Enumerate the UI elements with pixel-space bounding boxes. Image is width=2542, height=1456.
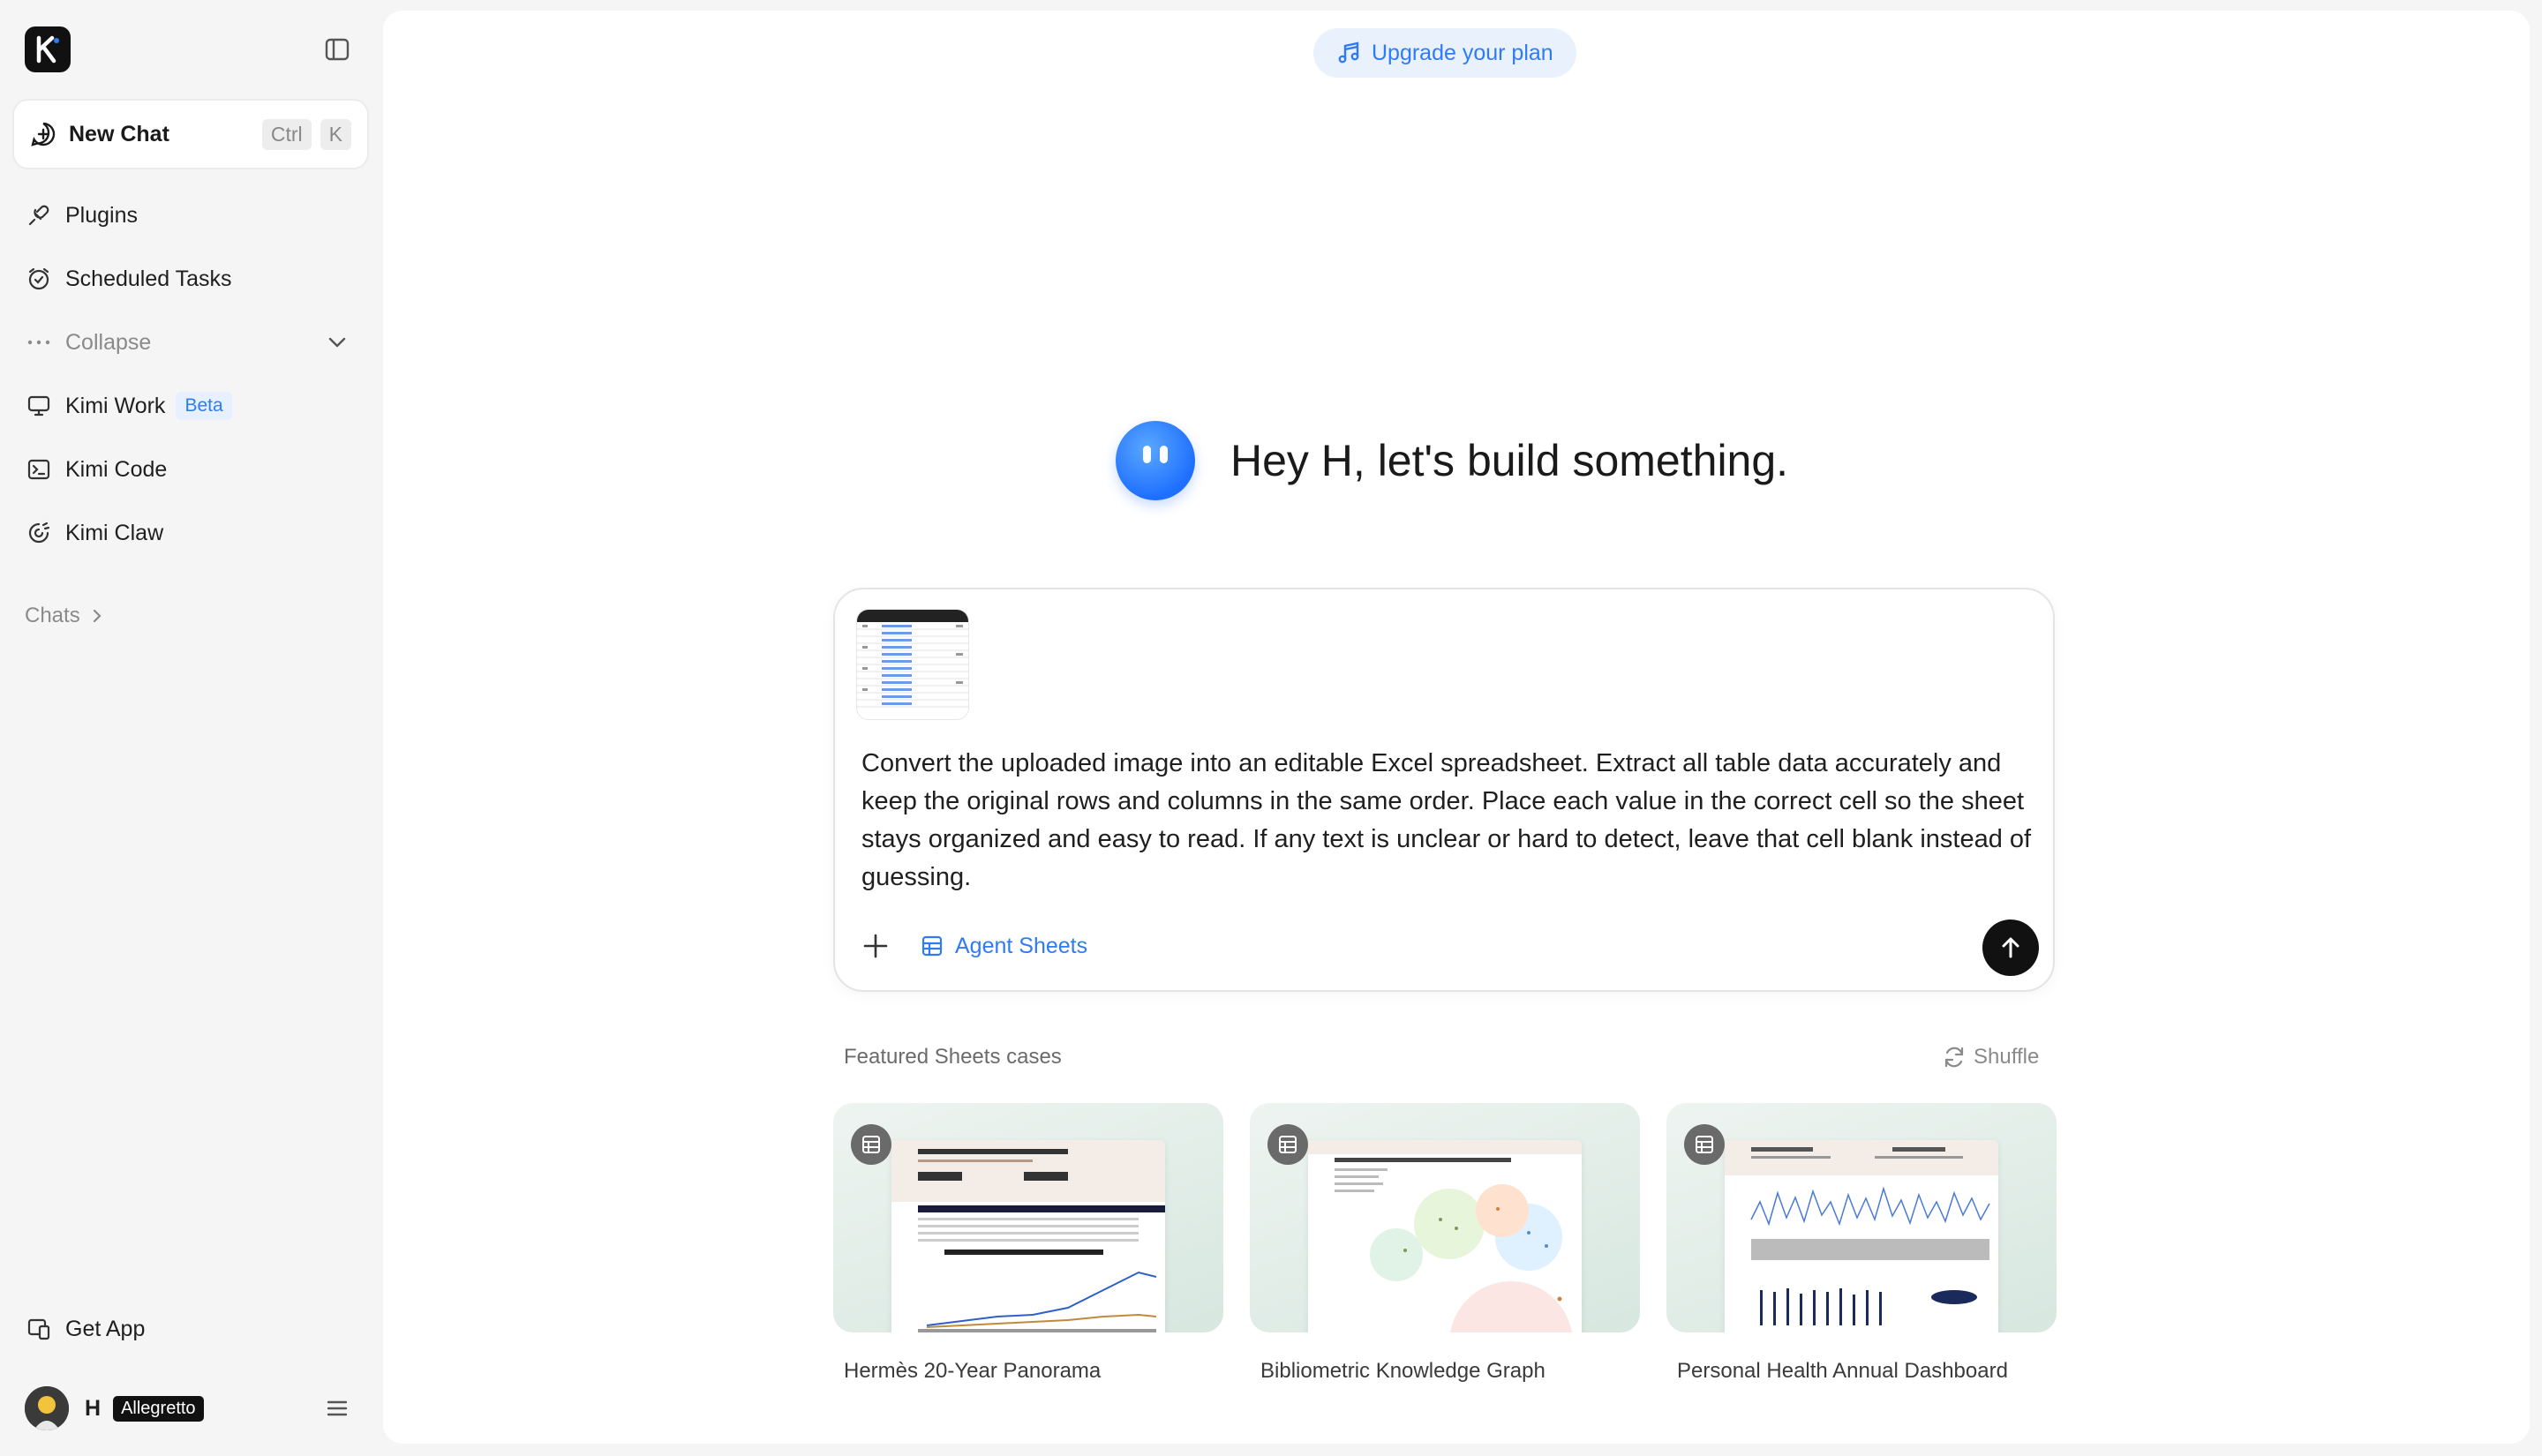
monitor-icon [27, 395, 50, 417]
agent-sheets-tool[interactable]: Agent Sheets [920, 928, 1087, 964]
upgrade-label: Upgrade your plan [1372, 40, 1553, 65]
sheet-type-icon [851, 1124, 891, 1165]
more-dots-icon [27, 340, 50, 345]
shortcut-k: K [320, 118, 351, 150]
kimi-mascot-icon [1116, 421, 1195, 500]
chat-composer: Convert the uploaded image into an edita… [833, 588, 2055, 992]
sidebar-item-label: Kimi Work [65, 393, 166, 418]
shuffle-label: Shuffle [1974, 1045, 2040, 1069]
sidebar-item-label: Kimi Code [65, 456, 168, 482]
claw-icon [28, 522, 50, 544]
card-label[interactable]: Hermès 20-Year Panorama [844, 1359, 1101, 1384]
get-app-label: Get App [65, 1316, 146, 1341]
shortcut-ctrl: Ctrl [261, 118, 312, 150]
new-chat-label: New Chat [69, 121, 169, 146]
kimi-logo-icon [36, 35, 59, 64]
sidebar-item-label: Plugins [65, 202, 138, 228]
agent-sheets-label: Agent Sheets [955, 933, 1088, 958]
beta-badge: Beta [176, 392, 232, 420]
sidebar-item-kimi-code[interactable]: Kimi Code [26, 450, 167, 489]
chats-label: Chats [25, 604, 80, 627]
devices-icon [27, 1318, 50, 1340]
upgrade-plan-button[interactable]: Upgrade your plan [1313, 28, 1576, 78]
sidebar-item-collapse[interactable]: Collapse [26, 323, 151, 362]
main-panel: Upgrade your plan Hey H, let's build som… [383, 11, 2530, 1444]
sidebar-item-label: Kimi Claw [65, 520, 164, 545]
avatar-image-icon [25, 1386, 69, 1430]
alarm-clock-icon [28, 267, 49, 290]
featured-card-bibliometric[interactable] [1250, 1103, 1640, 1332]
refresh-icon [1944, 1047, 1964, 1068]
sidebar-item-plugins[interactable]: Plugins [26, 196, 138, 235]
user-profile[interactable]: H Allegretto [25, 1384, 204, 1433]
sidebar-item-label: Scheduled Tasks [65, 266, 232, 291]
hamburger-menu-icon[interactable] [323, 1394, 351, 1422]
arrow-up-icon [2002, 937, 2019, 958]
card-preview-image [891, 1140, 1165, 1332]
featured-card-health[interactable] [1666, 1103, 2057, 1332]
send-button[interactable] [1982, 919, 2039, 976]
featured-title: Featured Sheets cases [844, 1045, 1062, 1069]
featured-card-hermes[interactable] [833, 1103, 1223, 1332]
music-note-icon [1338, 41, 1359, 64]
card-preview-image [1308, 1140, 1582, 1332]
new-chat-button[interactable]: New Chat Ctrl K [12, 99, 369, 169]
sidebar: New Chat Ctrl K Plugins Scheduled Tasks … [0, 0, 383, 1456]
card-label[interactable]: Bibliometric Knowledge Graph [1260, 1359, 1546, 1384]
sidebar-item-scheduled-tasks[interactable]: Scheduled Tasks [26, 259, 232, 298]
panorama-preview-icon [891, 1140, 1165, 1332]
sidebar-item-kimi-work[interactable]: Kimi Work Beta [26, 387, 232, 425]
knowledge-graph-preview-icon [1308, 1140, 1582, 1332]
add-attachment-icon[interactable] [860, 930, 891, 962]
prompt-input[interactable]: Convert the uploaded image into an edita… [861, 745, 2035, 897]
sheet-type-icon [1684, 1124, 1725, 1165]
chats-section-toggle[interactable]: Chats [25, 600, 109, 632]
chevron-down-icon[interactable] [323, 328, 351, 356]
terminal-icon [27, 459, 50, 480]
sheet-type-icon [1267, 1124, 1308, 1165]
table-icon [921, 935, 943, 957]
avatar [25, 1386, 69, 1430]
new-chat-icon [31, 122, 56, 146]
sidebar-item-label: Collapse [65, 329, 152, 355]
spreadsheet-preview-icon [857, 610, 968, 708]
user-name: H [85, 1395, 102, 1421]
sidebar-toggle-icon[interactable] [323, 35, 351, 64]
card-preview-image [1725, 1140, 1998, 1332]
greeting-text: Hey H, let's build something. [1230, 436, 1789, 485]
card-label[interactable]: Personal Health Annual Dashboard [1677, 1359, 2008, 1384]
greeting-hero: Hey H, let's build something. [1116, 417, 1788, 505]
sidebar-item-kimi-claw[interactable]: Kimi Claw [26, 514, 163, 552]
health-dashboard-preview-icon [1725, 1140, 1998, 1325]
kimi-logo[interactable] [25, 26, 71, 72]
get-app-button[interactable]: Get App [26, 1310, 145, 1348]
plan-tier-badge: Allegretto [113, 1395, 204, 1422]
plug-icon [28, 205, 49, 226]
chevron-right-icon [93, 609, 102, 623]
shuffle-button[interactable]: Shuffle [1942, 1041, 2039, 1073]
uploaded-image-thumbnail[interactable] [856, 609, 969, 720]
